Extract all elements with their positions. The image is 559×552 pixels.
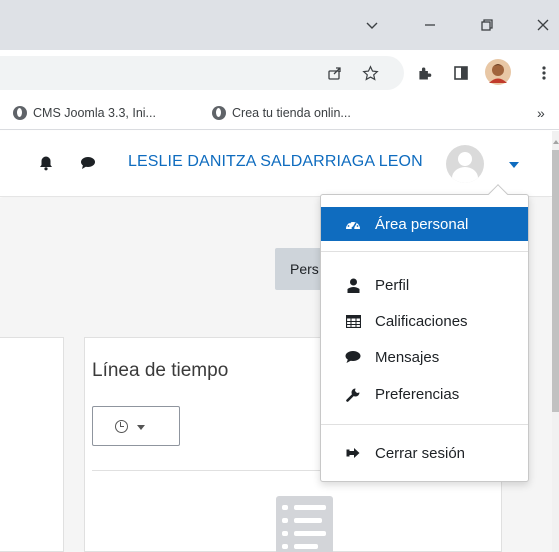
user-icon [345, 277, 361, 293]
bookmarks-bar: CMS Joomla 3.3, Ini... Crea tu tienda on… [0, 96, 559, 130]
bookmarks-overflow-button[interactable]: » [537, 104, 545, 122]
clock-icon [115, 420, 128, 433]
profile-avatar[interactable] [485, 59, 511, 85]
restore-icon[interactable] [476, 14, 498, 36]
scroll-up-icon[interactable] [553, 140, 559, 144]
menu-item-label: Mensajes [375, 348, 440, 366]
side-panel-icon[interactable] [451, 63, 471, 83]
wrench-icon [345, 386, 361, 402]
menu-item-cerrar-sesion[interactable]: Cerrar sesión [321, 437, 528, 469]
scrollbar-thumb[interactable] [552, 150, 559, 412]
bookmark-label: CMS Joomla 3.3, Ini... [33, 106, 156, 120]
timeline-title: Línea de tiempo [92, 360, 229, 381]
menu-item-mensajes[interactable]: Mensajes [321, 341, 528, 373]
close-icon[interactable] [532, 14, 554, 36]
menu-item-area-personal[interactable]: Área personal [321, 207, 528, 241]
caret-down-icon[interactable] [509, 162, 519, 168]
dashboard-icon [345, 216, 361, 232]
empty-list-icon [276, 496, 333, 552]
menu-item-label: Preferencias [375, 385, 460, 403]
chevron-down-icon[interactable] [361, 14, 383, 36]
menu-item-label: Calificaciones [375, 312, 468, 330]
menu-item-label: Perfil [375, 276, 410, 294]
bookmark-crea-tienda[interactable]: Crea tu tienda onlin... [212, 104, 351, 122]
globe-icon [212, 106, 226, 120]
globe-icon [13, 106, 27, 120]
browser-titlebar [0, 0, 559, 50]
minimize-icon[interactable] [419, 14, 441, 36]
moodle-navbar: LESLIE DANITZA SALDARRIAGA LEON [0, 131, 552, 197]
comment-icon [345, 349, 361, 365]
bell-icon[interactable] [38, 155, 54, 171]
menu-item-preferencias[interactable]: Preferencias [321, 378, 528, 410]
menu-divider [321, 424, 528, 425]
comment-icon[interactable] [80, 155, 96, 171]
star-icon[interactable] [360, 63, 380, 83]
menu-item-label: Área personal [375, 215, 469, 233]
extensions-icon[interactable] [414, 63, 434, 83]
more-vert-icon[interactable] [534, 63, 554, 83]
bookmark-label: Crea tu tienda onlin... [232, 106, 351, 120]
menu-item-label: Cerrar sesión [375, 444, 466, 462]
user-name[interactable]: LESLIE DANITZA SALDARRIAGA LEON [128, 153, 423, 171]
left-card [0, 337, 64, 552]
bookmark-cms-joomla[interactable]: CMS Joomla 3.3, Ini... [13, 104, 156, 122]
menu-item-calificaciones[interactable]: Calificaciones [321, 305, 528, 337]
sign-out-icon [345, 445, 361, 461]
timeline-filter-dropdown[interactable] [92, 406, 180, 446]
share-icon[interactable] [325, 63, 345, 83]
menu-item-perfil[interactable]: Perfil [321, 269, 528, 301]
user-avatar[interactable] [446, 145, 484, 183]
caret-down-icon [137, 425, 145, 430]
browser-toolbar [0, 50, 559, 96]
table-icon [345, 313, 361, 329]
menu-divider [321, 251, 528, 252]
